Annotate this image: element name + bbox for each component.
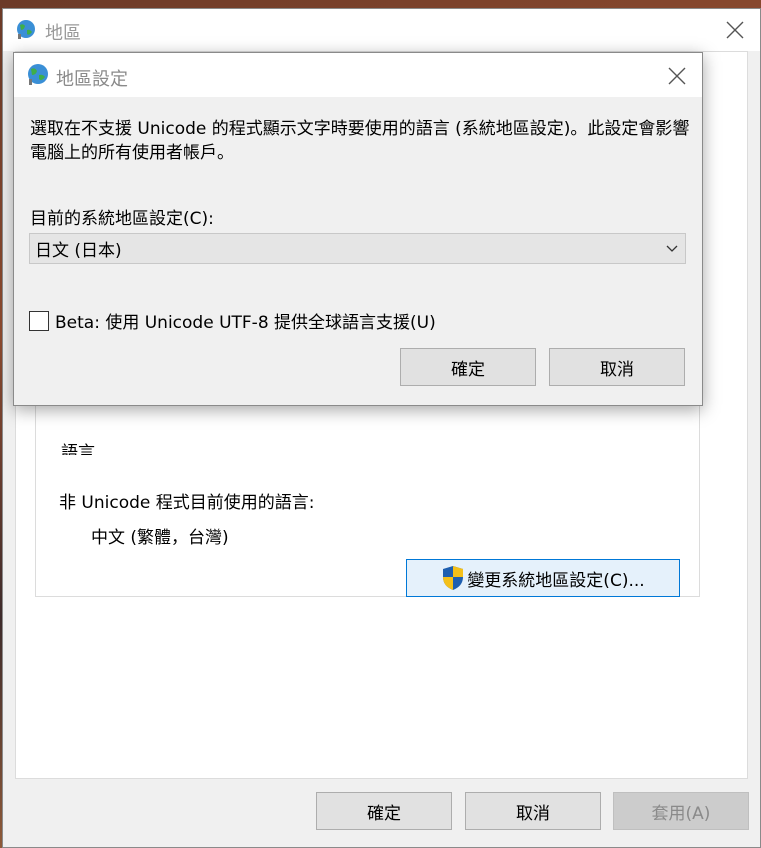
region-settings-dialog: 地區設定 選取在不支援 Unicode 的程式顯示文字時要使用的語言 (系統地區… bbox=[13, 52, 703, 406]
utf8-checkbox[interactable] bbox=[29, 310, 49, 331]
close-icon[interactable] bbox=[724, 19, 746, 41]
region-window-titlebar[interactable]: 地區 bbox=[3, 9, 760, 51]
region-settings-title: 地區設定 bbox=[56, 69, 128, 90]
system-locale-dropdown[interactable]: 日文 (日本) bbox=[29, 233, 686, 264]
current-system-locale-label: 目前的系統地區設定(C): bbox=[30, 209, 214, 229]
globe-icon bbox=[28, 64, 48, 85]
ok-button[interactable]: 確定 bbox=[316, 792, 452, 830]
system-locale-description: 選取在不支援 Unicode 的程式顯示文字時要使用的語言 (系統地區設定)。此… bbox=[30, 119, 690, 163]
uac-shield-icon bbox=[443, 566, 464, 590]
utf8-checkbox-label[interactable]: Beta: 使用 Unicode UTF-8 提供全球語言支援(U) bbox=[55, 308, 436, 333]
dialog-ok-button[interactable]: 確定 bbox=[400, 348, 536, 386]
dialog-cancel-button[interactable]: 取消 bbox=[549, 348, 685, 386]
language-section-heading: 語言 bbox=[61, 443, 95, 455]
change-system-locale-label: 變更系統地區設定(C)... bbox=[467, 570, 645, 591]
region-window-title: 地區 bbox=[45, 23, 81, 44]
chevron-down-icon bbox=[666, 245, 678, 252]
globe-icon bbox=[17, 20, 35, 39]
apply-button[interactable]: 套用(A) bbox=[613, 792, 749, 830]
system-locale-value: 日文 (日本) bbox=[35, 241, 122, 261]
change-system-locale-button[interactable]: 變更系統地區設定(C)... bbox=[406, 559, 680, 597]
utf8-option-row[interactable]: Beta: 使用 Unicode UTF-8 提供全球語言支援(U) bbox=[29, 308, 436, 333]
current-language-value: 中文 (繁體，台灣) bbox=[91, 528, 229, 548]
region-settings-titlebar[interactable]: 地區設定 bbox=[14, 53, 702, 97]
cancel-button[interactable]: 取消 bbox=[465, 792, 601, 830]
close-icon[interactable] bbox=[666, 65, 688, 87]
current-language-label: 非 Unicode 程式目前使用的語言: bbox=[59, 493, 315, 513]
